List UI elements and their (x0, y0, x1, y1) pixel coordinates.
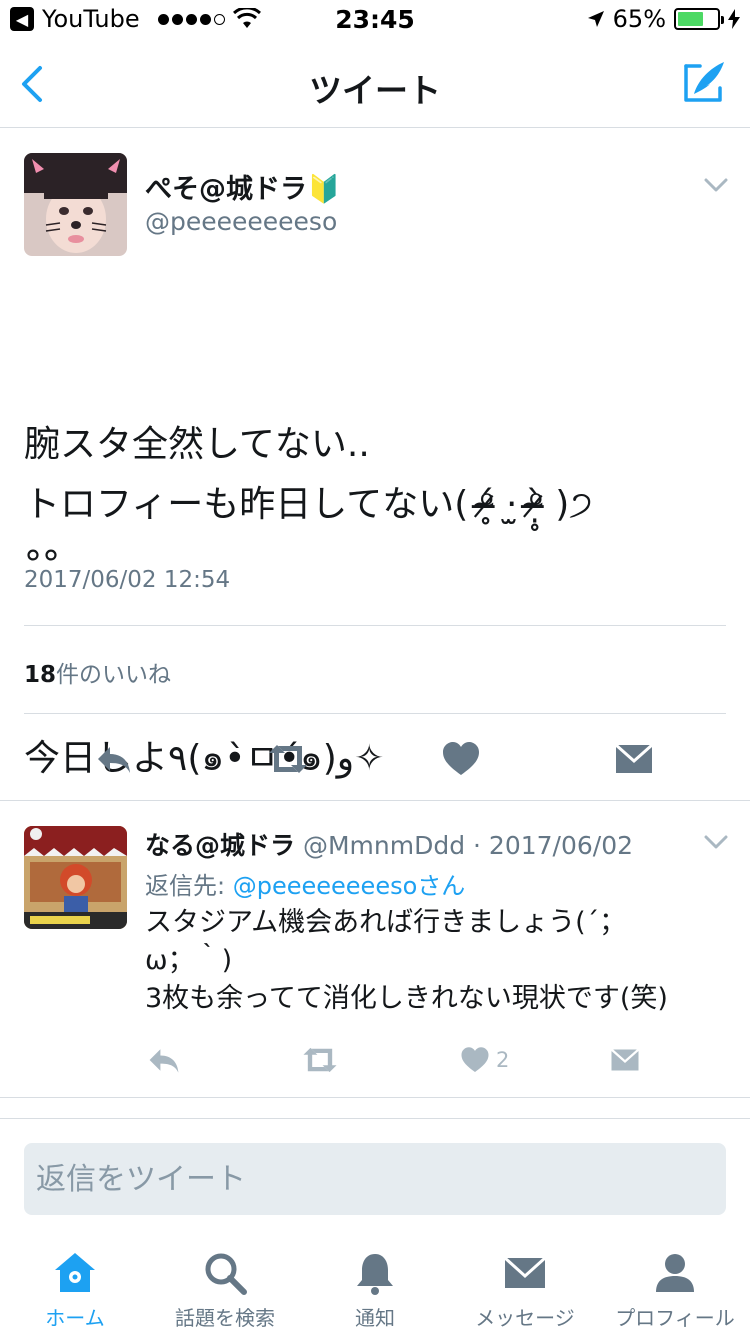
divider (0, 1118, 750, 1119)
status-right: 65% (587, 5, 740, 33)
search-icon (205, 1253, 247, 1295)
home-icon (55, 1253, 95, 1292)
status-bar: ◀ YouTube 23:45 65% (0, 0, 750, 40)
reply-icon[interactable] (146, 1042, 182, 1078)
reply-compose-box[interactable] (24, 1143, 726, 1215)
envelope-icon (503, 1256, 547, 1288)
tweet-actions (0, 729, 750, 789)
likes-label: 件のいいね (56, 662, 172, 688)
charging-bolt-icon (728, 9, 740, 29)
focused-tweet: ぺそ@城ドラ🔰 @peeeeeeeeso 腕スタ全然してない.. トロフィーも昨… (0, 129, 750, 801)
chevron-down-icon[interactable] (704, 177, 728, 193)
tab-label: メッセージ (475, 1306, 575, 1330)
reply-input[interactable] (24, 1143, 726, 1215)
author-avatar[interactable] (24, 153, 127, 256)
tab-label: 話題を検索 (175, 1306, 275, 1330)
location-arrow-icon (587, 11, 604, 27)
tab-label: 通知 (355, 1306, 395, 1330)
page-title: ツイート (309, 71, 441, 110)
retweet-icon[interactable] (265, 739, 311, 779)
reply-to: 返信先: @peeeeeeeesoさん (145, 866, 465, 901)
divider (24, 713, 726, 714)
reply-icon[interactable] (94, 739, 134, 779)
tab-profile[interactable]: プロフィール (600, 1240, 750, 1334)
tab-search[interactable]: 話題を検索 (150, 1240, 300, 1334)
reply-author-avatar[interactable] (24, 826, 127, 929)
tab-messages[interactable]: メッセージ (450, 1240, 600, 1334)
reply-to-handle-link[interactable]: @peeeeeeeesoさん (233, 872, 466, 900)
tweet-timestamp: 2017/06/02 12:54 (24, 567, 231, 593)
reply-tweet[interactable]: なる@城ドラ @MmnmDdd · 2017/06/02 返信先: @peeee… (0, 802, 750, 1098)
tab-label: ホーム (45, 1306, 105, 1330)
reply-like-count: 2 (496, 1048, 510, 1072)
bell-icon (357, 1254, 393, 1295)
divider (24, 625, 726, 626)
battery-percent: 65% (612, 5, 666, 33)
retweet-icon[interactable] (300, 1042, 340, 1078)
person-icon (656, 1254, 694, 1292)
author-handle[interactable]: @peeeeeeeeso (145, 207, 337, 236)
tab-home[interactable]: ホーム (0, 1240, 150, 1334)
author-name[interactable]: ぺそ@城ドラ🔰 (145, 167, 341, 206)
reply-handle-date: @MmnmDdd · 2017/06/02 (302, 831, 634, 860)
reply-author-name[interactable]: なる@城ドラ (145, 831, 295, 860)
tab-label: プロフィール (615, 1306, 735, 1330)
heart-icon[interactable] (441, 739, 481, 779)
reply-to-label: 返信先: (145, 872, 233, 900)
nav-bar: ツイート (0, 40, 750, 128)
direct-message-icon[interactable] (610, 1042, 640, 1078)
reply-actions: 2 (0, 1042, 750, 1082)
reply-header: なる@城ドラ @MmnmDdd · 2017/06/02 (145, 826, 633, 862)
likes-count: 18 (24, 662, 57, 688)
reply-body: スタジアム機会あれば行きましょう(´； ω；｀) 3枚も余ってて消化しきれない現… (145, 907, 668, 1014)
heart-icon[interactable] (460, 1042, 490, 1078)
compose-tweet-icon[interactable] (680, 58, 728, 106)
tab-notifications[interactable]: 通知 (300, 1240, 450, 1334)
likes-summary[interactable]: 18件のいいね (24, 655, 171, 689)
chevron-down-icon[interactable] (704, 834, 728, 850)
tab-bar: ホーム 話題を検索 通知 メッセージ プロフィール (0, 1240, 750, 1334)
direct-message-icon[interactable] (614, 739, 654, 779)
battery-icon (674, 8, 724, 30)
